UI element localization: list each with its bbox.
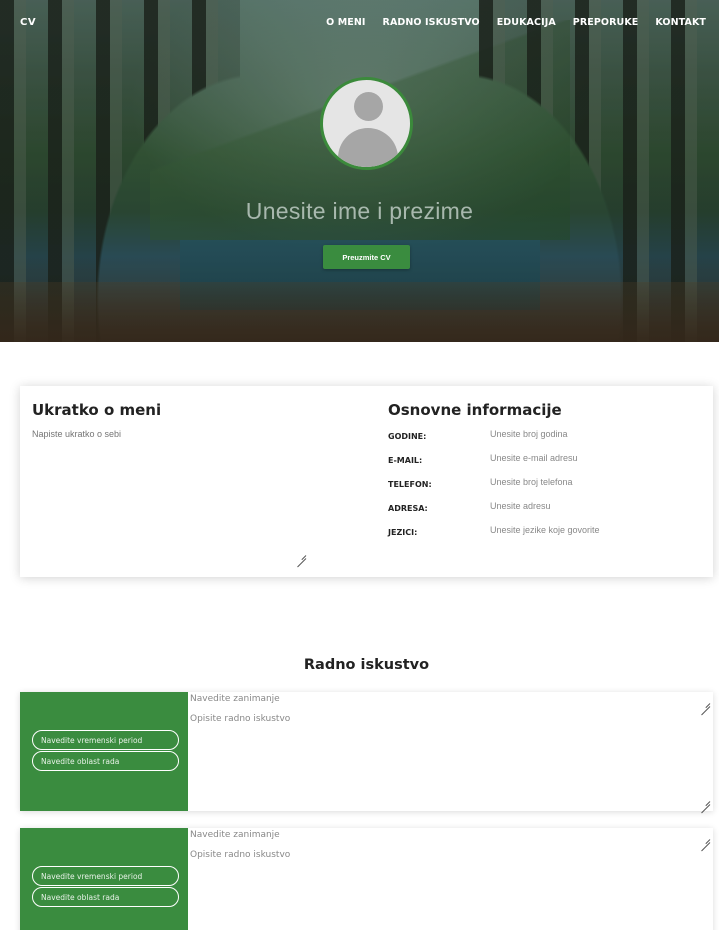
description-textarea[interactable]: Opisite radno iskustvo — [190, 850, 290, 860]
nav-item-preporuke[interactable]: PREPORUKE — [573, 17, 639, 28]
resize-grip-icon[interactable] — [700, 697, 710, 707]
field-input[interactable]: Navedite oblast rada — [32, 887, 179, 907]
phone-field[interactable]: Unesite broj telefona — [490, 477, 610, 491]
occupation-input[interactable]: Navedite zanimanje — [190, 830, 280, 840]
download-cv-button[interactable]: Preuzmite CV — [323, 245, 410, 269]
period-input[interactable]: Navedite vremenski period — [32, 730, 179, 750]
resize-grip-icon[interactable] — [700, 795, 710, 805]
languages-field[interactable]: Unesite jezike koje govorite — [490, 525, 610, 539]
about-textarea[interactable] — [32, 429, 308, 560]
nav-item-edukacija[interactable]: EDUKACIJA — [497, 17, 556, 28]
profile-avatar[interactable] — [320, 77, 413, 170]
description-textarea[interactable]: Opisite radno iskustvo — [190, 714, 290, 724]
info-label: E-MAIL: — [388, 455, 423, 465]
nav-item-o-meni[interactable]: O MENI — [326, 17, 365, 28]
resize-grip-icon[interactable] — [700, 833, 710, 843]
info-row-age: GODINE: Unesite broj godina — [388, 429, 610, 443]
field-input[interactable]: Navedite oblast rada — [32, 751, 179, 771]
occupation-input[interactable]: Navedite zanimanje — [190, 694, 280, 704]
address-field[interactable]: Unesite adresu — [490, 501, 610, 515]
work-section-title: Radno iskustvo — [303, 657, 430, 673]
work-entry-sidebar: Navedite vremenski period Navedite oblas… — [20, 828, 188, 930]
work-entry: Navedite vremenski period Navedite oblas… — [20, 828, 713, 930]
about-title: Ukratko o meni — [32, 401, 162, 419]
name-input[interactable]: Unesite ime i prezime — [0, 198, 719, 225]
info-row-email: E-MAIL: Unesite e-mail adresu — [388, 453, 610, 467]
info-title: Osnovne informacije — [388, 401, 562, 419]
info-row-phone: TELEFON: Unesite broj telefona — [388, 477, 610, 491]
info-label: GODINE: — [388, 431, 427, 441]
top-nav: CV O MENI RADNO ISKUSTVO EDUKACIJA PREPO… — [0, 0, 719, 46]
info-row-languages: JEZICI: Unesite jezike koje govorite — [388, 525, 610, 539]
nav-menu: O MENI RADNO ISKUSTVO EDUKACIJA PREPORUK… — [326, 17, 706, 28]
nav-item-radno-iskustvo[interactable]: RADNO ISKUSTVO — [383, 17, 480, 28]
about-card: Ukratko o meni Osnovne informacije GODIN… — [20, 386, 713, 577]
brand-logo[interactable]: CV — [20, 17, 36, 28]
info-label: JEZICI: — [388, 527, 418, 537]
info-label: TELEFON: — [388, 479, 432, 489]
avatar-body-icon — [338, 128, 398, 167]
hero-banner: CV O MENI RADNO ISKUSTVO EDUKACIJA PREPO… — [0, 0, 719, 342]
info-row-address: ADRESA: Unesite adresu — [388, 501, 610, 515]
info-label: ADRESA: — [388, 503, 428, 513]
work-entry-sidebar: Navedite vremenski period Navedite oblas… — [20, 692, 188, 811]
nav-item-kontakt[interactable]: KONTAKT — [655, 17, 706, 28]
avatar-head-icon — [354, 92, 383, 121]
email-field[interactable]: Unesite e-mail adresu — [490, 453, 610, 467]
work-entry: Navedite vremenski period Navedite oblas… — [20, 692, 713, 811]
period-input[interactable]: Navedite vremenski period — [32, 866, 179, 886]
resize-grip-icon[interactable] — [296, 549, 306, 559]
age-field[interactable]: Unesite broj godina — [490, 429, 610, 443]
